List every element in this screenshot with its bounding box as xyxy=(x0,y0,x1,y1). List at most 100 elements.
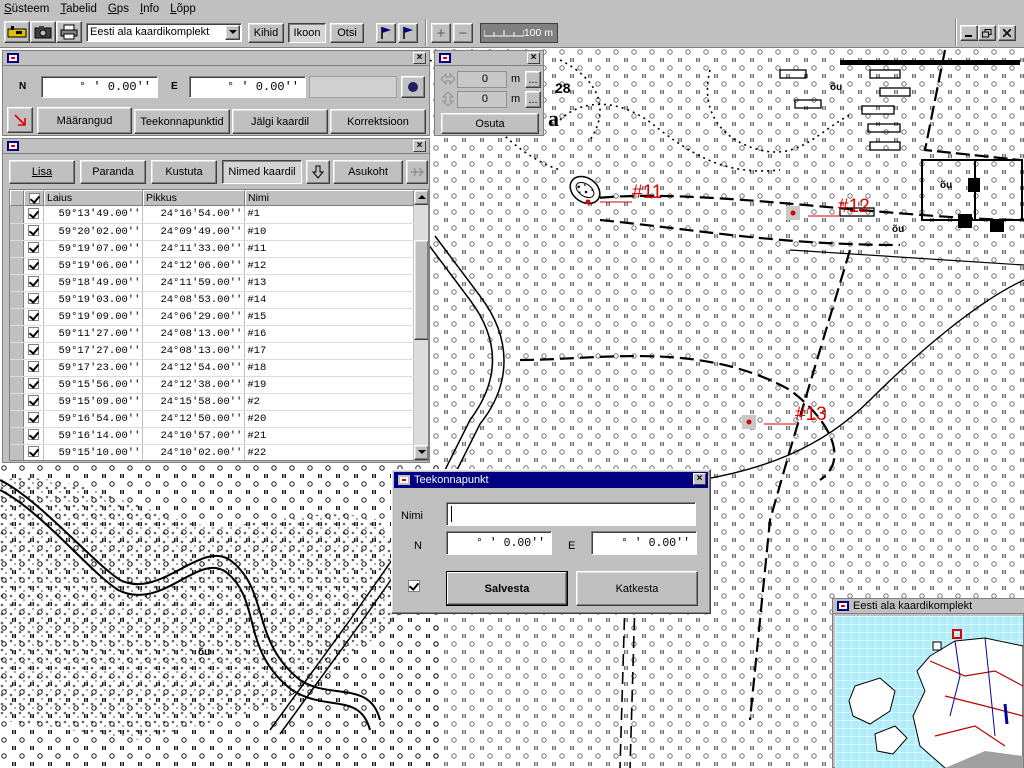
row-header[interactable] xyxy=(10,444,25,460)
table-row[interactable]: 59°20'02.00'' 24°09'49.00'' #10 xyxy=(10,223,414,241)
map-set-select[interactable]: Eesti ala kaardikomplekt xyxy=(86,23,242,42)
close-coordinates-button[interactable]: × xyxy=(413,52,426,64)
zoom-out-button[interactable]: − xyxy=(453,23,473,43)
dialog-n-field[interactable]: ° ' 0.00'' xyxy=(446,531,552,555)
e-coordinate-field[interactable]: ° ' 0.00'' xyxy=(189,76,306,98)
save-button[interactable]: Salvesta xyxy=(446,571,568,606)
row-header[interactable] xyxy=(10,393,25,411)
checkbox[interactable] xyxy=(28,378,40,390)
checkbox[interactable] xyxy=(28,208,40,220)
record-button[interactable] xyxy=(401,76,425,98)
column-header-laius[interactable]: Laius xyxy=(44,190,143,206)
checkbox[interactable] xyxy=(28,293,40,305)
checkbox[interactable] xyxy=(28,242,40,254)
checkbox[interactable] xyxy=(28,259,40,271)
row-header[interactable] xyxy=(10,427,25,445)
table-row[interactable]: 59°16'54.00'' 24°12'50.00'' #20 xyxy=(10,410,414,428)
dialog-checkbox[interactable] xyxy=(408,580,420,593)
checkbox[interactable] xyxy=(28,446,40,458)
table-row[interactable]: 59°15'56.00'' 24°12'38.00'' #19 xyxy=(10,376,414,394)
location-button[interactable]: Asukoht xyxy=(333,160,403,184)
camera-button[interactable] xyxy=(30,21,56,43)
dialog-e-field[interactable]: ° ' 0.00'' xyxy=(591,531,697,555)
minimap-canvas[interactable] xyxy=(835,616,1023,768)
close-waypoints-button[interactable]: × xyxy=(413,140,426,152)
name-input[interactable] xyxy=(446,502,696,526)
zoom-in-button[interactable]: + xyxy=(431,23,451,43)
edit-waypoint-button[interactable]: Paranda xyxy=(80,160,146,184)
table-scrollbar[interactable] xyxy=(414,190,428,460)
print-button[interactable] xyxy=(56,21,82,43)
select-all-header[interactable] xyxy=(24,190,44,206)
menu-gps[interactable]: Gps xyxy=(108,3,129,15)
checkbox[interactable] xyxy=(29,193,40,205)
menu-info[interactable]: Info xyxy=(140,3,159,15)
n-coordinate-field[interactable]: ° ' 0.00'' xyxy=(41,76,158,98)
row-header[interactable] xyxy=(10,240,25,258)
table-row[interactable]: 59°17'23.00'' 24°12'54.00'' #18 xyxy=(10,359,414,377)
close-offset-button[interactable]: × xyxy=(527,52,540,64)
row-header[interactable] xyxy=(10,257,25,275)
checkbox[interactable] xyxy=(28,429,40,441)
dy-more-button[interactable]: ... xyxy=(525,91,541,108)
row-header[interactable] xyxy=(10,291,25,309)
checkbox[interactable] xyxy=(28,361,40,373)
apply-offset-button[interactable]: Osuta xyxy=(441,113,539,134)
delete-waypoint-button[interactable]: Kustuta xyxy=(151,160,217,184)
dx-more-button[interactable]: ... xyxy=(525,71,541,88)
layers-button[interactable]: Kihid xyxy=(248,23,284,43)
row-header[interactable] xyxy=(10,206,25,224)
row-header[interactable] xyxy=(10,342,25,360)
close-dialog-button[interactable]: × xyxy=(693,473,706,485)
column-header-nimi[interactable]: Nimi xyxy=(245,190,414,206)
tab-korrektsioon[interactable]: Korrektsioon xyxy=(330,109,426,134)
menu-tabelid[interactable]: Tabelid xyxy=(60,3,96,15)
row-header[interactable] xyxy=(10,410,25,428)
scroll-thumb[interactable] xyxy=(414,240,428,340)
minimize-button[interactable] xyxy=(960,25,978,41)
row-header[interactable] xyxy=(10,325,25,343)
tab-maarangud[interactable]: Määrangud xyxy=(37,107,132,134)
table-row[interactable]: 59°15'10.00'' 24°10'02.00'' #22 xyxy=(10,444,414,460)
search-button[interactable]: Otsi xyxy=(330,23,364,43)
restore-button[interactable] xyxy=(978,25,996,41)
table-row[interactable]: 59°19'07.00'' 24°11'33.00'' #11 xyxy=(10,240,414,258)
add-waypoint-button[interactable]: Lisa xyxy=(9,160,75,184)
table-row[interactable]: 59°19'09.00'' 24°06'29.00'' #15 xyxy=(10,308,414,326)
gps-device-button[interactable] xyxy=(4,21,30,43)
table-row[interactable]: 59°18'49.00'' 24°11'59.00'' #13 xyxy=(10,274,414,292)
checkbox[interactable] xyxy=(28,395,40,407)
checkbox[interactable] xyxy=(28,327,40,339)
dx-field[interactable]: 0 xyxy=(457,71,507,88)
checkbox[interactable] xyxy=(28,310,40,322)
table-row[interactable]: 59°19'06.00'' 24°12'06.00'' #12 xyxy=(10,257,414,275)
flag-button-2[interactable] xyxy=(398,23,418,43)
select-dropdown-button[interactable] xyxy=(225,25,240,40)
row-header[interactable] xyxy=(10,376,25,394)
checkbox[interactable] xyxy=(28,344,40,356)
table-row[interactable]: 59°19'03.00'' 24°08'53.00'' #14 xyxy=(10,291,414,309)
move-down-button[interactable] xyxy=(306,160,330,184)
dy-field[interactable]: 0 xyxy=(457,91,507,108)
table-row[interactable]: 59°17'27.00'' 24°08'13.00'' #17 xyxy=(10,342,414,360)
go-to-button[interactable] xyxy=(406,160,428,184)
cancel-button[interactable]: Katkesta xyxy=(576,571,698,606)
scroll-down-button[interactable] xyxy=(414,445,428,460)
names-on-map-toggle[interactable]: Nimed kaardil xyxy=(222,160,302,184)
flag-button-1[interactable] xyxy=(376,23,396,43)
table-row[interactable]: 59°11'27.00'' 24°08'13.00'' #16 xyxy=(10,325,414,343)
checkbox[interactable] xyxy=(28,225,40,237)
arrow-down-right-button[interactable] xyxy=(7,107,33,133)
table-row[interactable]: 59°16'14.00'' 24°10'57.00'' #21 xyxy=(10,427,414,445)
checkbox[interactable] xyxy=(28,412,40,424)
row-header[interactable] xyxy=(10,274,25,292)
row-header[interactable] xyxy=(10,223,25,241)
checkbox[interactable] xyxy=(28,276,40,288)
row-header[interactable] xyxy=(10,359,25,377)
menu-lopp[interactable]: Lõpp xyxy=(170,3,196,15)
table-row[interactable]: 59°13'49.00'' 24°16'54.00'' #1 xyxy=(10,206,414,224)
row-header[interactable] xyxy=(10,308,25,326)
scroll-up-button[interactable] xyxy=(414,190,428,205)
tab-teekonnapunktid[interactable]: Teekonnapunktid xyxy=(134,109,230,134)
table-row[interactable]: 59°15'09.00'' 24°15'58.00'' #2 xyxy=(10,393,414,411)
